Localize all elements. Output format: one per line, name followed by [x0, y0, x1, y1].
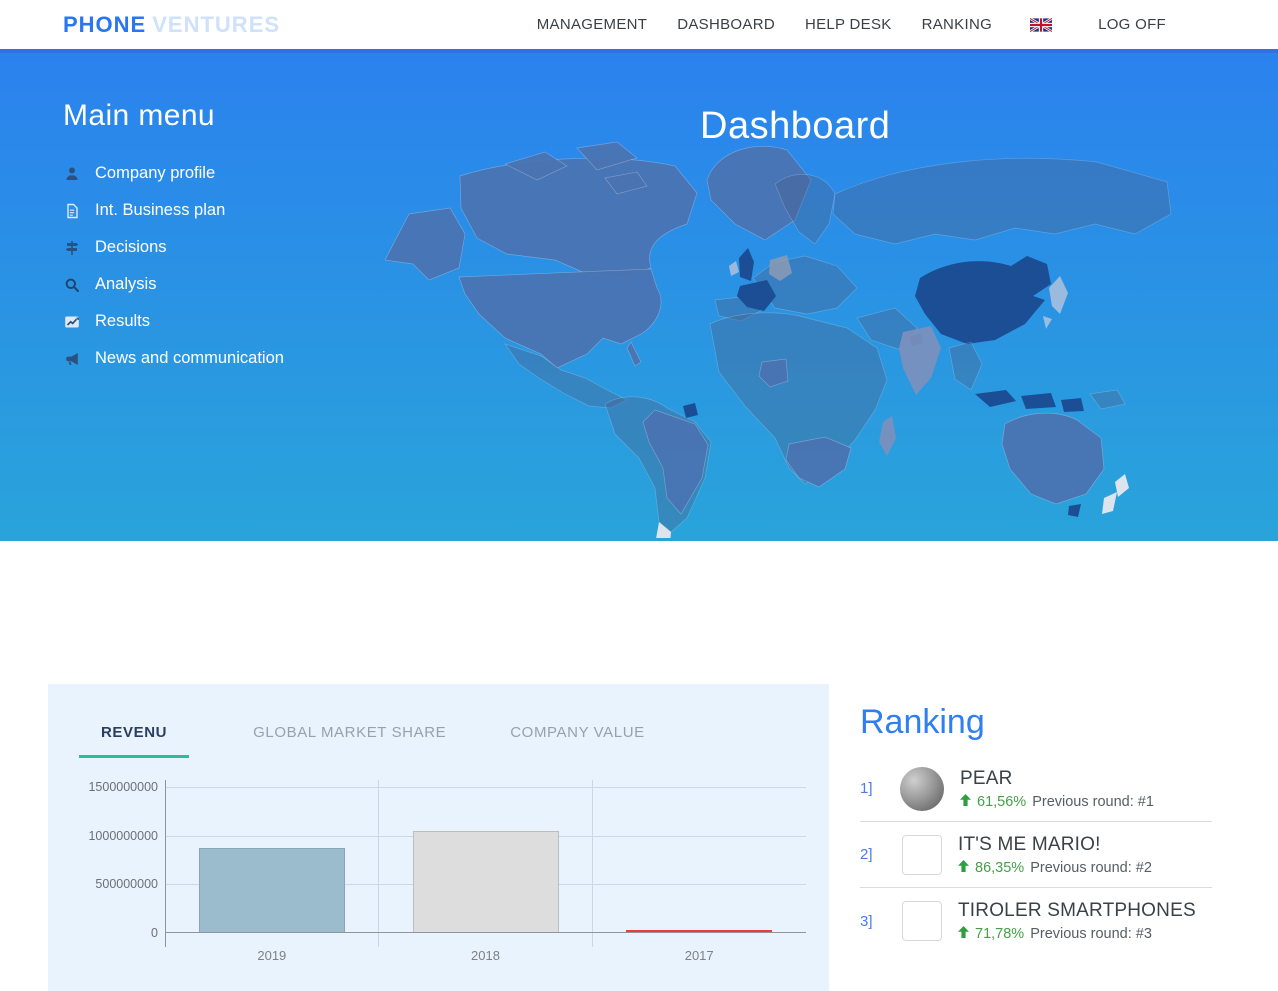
bar-2018 [413, 831, 559, 933]
menu-item-label: Int. Business plan [95, 201, 225, 220]
main-menu-title: Main menu [63, 99, 284, 133]
menu-item-results[interactable]: Results [63, 303, 284, 340]
rank-number: 1] [860, 780, 900, 797]
previous-round: Previous round: #1 [1032, 794, 1154, 810]
change-percent: 61,56% [977, 794, 1026, 810]
menu-item-news[interactable]: News and communication [63, 340, 284, 377]
megaphone-icon [63, 350, 81, 368]
menu-item-label: Results [95, 312, 150, 331]
x-axis [165, 932, 806, 933]
logo-ventures: VENTURES [152, 12, 280, 37]
change-percent: 71,78% [975, 926, 1024, 942]
chart-panel: REVENU GLOBAL MARKET SHARE COMPANY VALUE… [48, 684, 829, 991]
tab-global-market-share[interactable]: GLOBAL MARKET SHARE [253, 724, 446, 758]
revenue-bar-chart: 1500000000 1000000000 500000000 0 2019 2… [165, 787, 806, 933]
bar-2019 [199, 848, 345, 933]
nav-help-desk[interactable]: HELP DESK [805, 16, 892, 33]
menu-item-label: Decisions [95, 238, 167, 257]
logo[interactable]: PHONEVENTURES [63, 12, 280, 38]
ranking-row: 1] PEAR 61,56% Previous round: #1 [860, 756, 1212, 822]
search-icon [63, 276, 81, 294]
arrow-up-icon [958, 860, 969, 876]
ranking-row: 3] TIROLER SMARTPHONES 71,78% Previous r… [860, 888, 1212, 954]
menu-item-business-plan[interactable]: Int. Business plan [63, 192, 284, 229]
chart-section-2018: 2018 [379, 787, 593, 933]
user-icon [63, 165, 81, 183]
menu-item-decisions[interactable]: Decisions [63, 229, 284, 266]
y-tick: 500000000 [95, 877, 158, 891]
menu-item-label: News and communication [95, 349, 284, 368]
rank-number: 2] [860, 846, 900, 863]
chart-section-2017: 2017 [592, 787, 806, 933]
hero-section: Main menu Company profile Int. Business … [0, 53, 1278, 541]
menu-item-label: Company profile [95, 164, 215, 183]
plot-area: 2019 2018 2017 [165, 787, 806, 933]
main-menu: Main menu Company profile Int. Business … [63, 99, 284, 377]
x-tick: 2019 [257, 948, 286, 963]
previous-round: Previous round: #3 [1030, 926, 1152, 942]
y-tick: 1500000000 [88, 780, 158, 794]
top-bar: PHONEVENTURES MANAGEMENT DASHBOARD HELP … [0, 0, 1278, 53]
y-tick: 0 [151, 926, 158, 940]
x-tick: 2017 [685, 948, 714, 963]
arrow-up-icon [960, 794, 971, 810]
logo-phone: PHONE [63, 12, 146, 37]
page-title: Dashboard [700, 105, 890, 148]
rank-number: 3] [860, 913, 900, 930]
company-name: IT'S ME MARIO! [958, 834, 1152, 856]
previous-round: Previous round: #2 [1030, 860, 1152, 876]
tab-company-value[interactable]: COMPANY VALUE [510, 724, 645, 758]
chart-section-2019: 2019 [165, 787, 379, 933]
top-nav: MANAGEMENT DASHBOARD HELP DESK RANKING L… [537, 16, 1166, 33]
ranking-title: Ranking [860, 703, 1212, 742]
nav-management[interactable]: MANAGEMENT [537, 16, 648, 33]
menu-item-analysis[interactable]: Analysis [63, 266, 284, 303]
menu-item-label: Analysis [95, 275, 156, 294]
y-tick: 1000000000 [88, 829, 158, 843]
company-name: PEAR [960, 768, 1154, 790]
arrow-up-icon [958, 926, 969, 942]
chart-tabs: REVENU GLOBAL MARKET SHARE COMPANY VALUE [48, 684, 829, 758]
company-name: TIROLER SMARTPHONES [958, 900, 1196, 922]
change-percent: 86,35% [975, 860, 1024, 876]
document-icon [63, 202, 81, 220]
signpost-icon [63, 239, 81, 257]
ranking-row: 2] IT'S ME MARIO! 86,35% Previous round:… [860, 822, 1212, 888]
nav-dashboard[interactable]: DASHBOARD [677, 16, 775, 33]
tab-revenue[interactable]: REVENU [79, 724, 189, 758]
page: PHONEVENTURES MANAGEMENT DASHBOARD HELP … [0, 0, 1278, 991]
log-off-button[interactable]: LOG OFF [1098, 16, 1166, 33]
avatar-placeholder [902, 901, 942, 941]
ranking-section: Ranking 1] PEAR 61,56% Previous round: #… [860, 703, 1212, 954]
uk-flag-icon[interactable] [1030, 18, 1052, 32]
x-tick: 2018 [471, 948, 500, 963]
chart-line-icon [63, 313, 81, 331]
menu-item-company-profile[interactable]: Company profile [63, 155, 284, 192]
avatar [900, 767, 944, 811]
avatar-placeholder [902, 835, 942, 875]
nav-ranking[interactable]: RANKING [922, 16, 992, 33]
